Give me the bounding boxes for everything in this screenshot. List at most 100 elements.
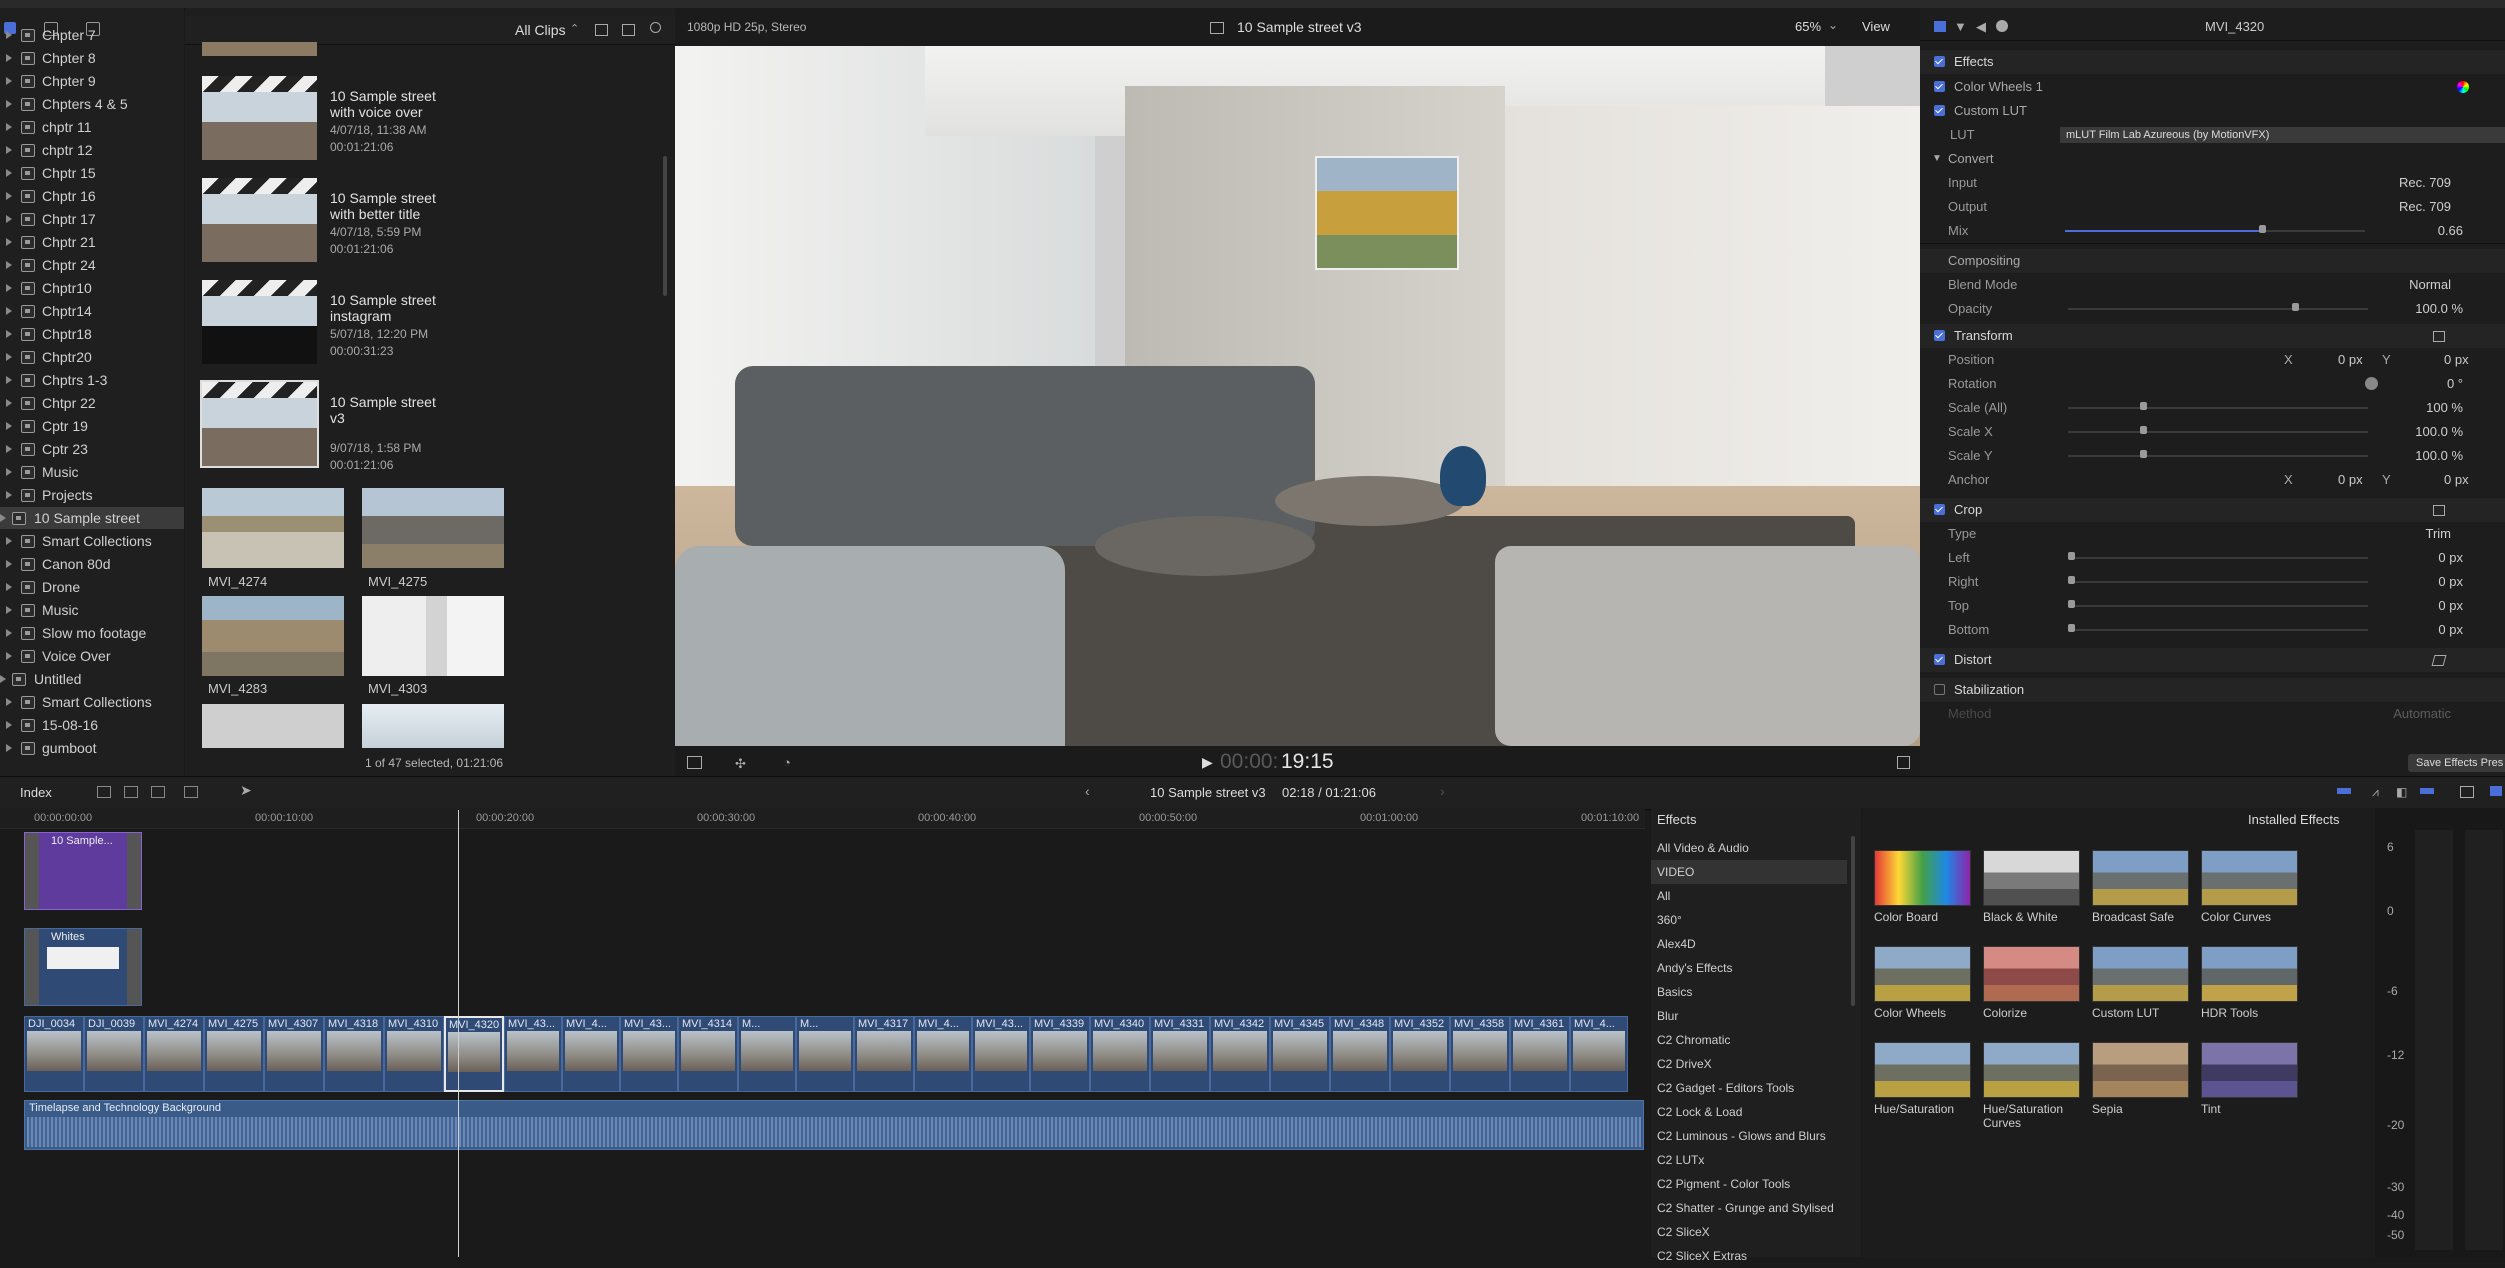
transform-tool-icon[interactable]: [687, 756, 702, 769]
sidebar-item[interactable]: Chpter 8: [0, 47, 184, 69]
sidebar-item[interactable]: Voice Over: [0, 645, 184, 667]
crop-left-knob[interactable]: [2068, 552, 2075, 560]
disclosure-triangle-icon[interactable]: [6, 537, 12, 545]
effects-category[interactable]: All: [1657, 884, 1670, 908]
insert-clip-icon[interactable]: [124, 786, 138, 798]
timeline-clip[interactable]: MVI_4361: [1510, 1016, 1570, 1092]
disclosure-triangle-icon[interactable]: [6, 284, 12, 292]
sidebar-item[interactable]: Smart Collections: [0, 691, 184, 713]
clip-thumb[interactable]: [362, 704, 504, 748]
effects-category[interactable]: Basics: [1657, 980, 1692, 1004]
clip-thumb[interactable]: [202, 704, 344, 748]
select-tool-icon[interactable]: ➤: [240, 782, 252, 799]
sidebar-item[interactable]: Chtpr 22: [0, 392, 184, 414]
sidebar-item[interactable]: Projects: [0, 484, 184, 506]
scale-all-slider[interactable]: [2068, 402, 2368, 410]
project-thumb[interactable]: [200, 380, 319, 468]
project-thumb[interactable]: [202, 178, 317, 262]
timeline-clip[interactable]: MVI_4352: [1390, 1016, 1450, 1092]
disclosure-open-icon[interactable]: ▼: [1932, 147, 1942, 171]
timeline-clip[interactable]: MVI_43...: [504, 1016, 562, 1092]
disclosure-triangle-icon[interactable]: [6, 215, 12, 223]
clip-handle-right[interactable]: [127, 929, 141, 1005]
disclosure-triangle-icon[interactable]: [6, 698, 12, 706]
effects-category[interactable]: VIDEO: [1651, 860, 1847, 884]
crop-top-knob[interactable]: [2068, 600, 2075, 608]
sidebar-item[interactable]: Chptr 24: [0, 254, 184, 276]
crop-top-slider[interactable]: [2068, 600, 2368, 608]
disclosure-triangle-icon[interactable]: [6, 491, 12, 499]
timeline-clip[interactable]: MVI_43...: [620, 1016, 678, 1092]
timeline-clip[interactable]: MVI_4...: [914, 1016, 972, 1092]
effects-category[interactable]: Blur: [1657, 1004, 1678, 1028]
effects-browser-toggle-icon[interactable]: [2490, 786, 2502, 796]
solo-icon[interactable]: ◧: [2396, 785, 2407, 799]
scale-x-knob[interactable]: [2140, 426, 2147, 434]
overwrite-clip-icon[interactable]: [184, 786, 198, 798]
back-arrow-icon[interactable]: ‹: [1085, 783, 1090, 799]
chevron-updown-icon[interactable]: ⌃: [570, 22, 579, 35]
color-wheel-icon[interactable]: [2457, 81, 2469, 93]
clip-appearance-icon[interactable]: [595, 24, 608, 36]
effects-category[interactable]: C2 SliceX Extras: [1657, 1244, 1747, 1268]
effect-thumb[interactable]: [1983, 850, 2080, 906]
timeline-clip[interactable]: MVI_4342: [1210, 1016, 1270, 1092]
audio-inspector-icon[interactable]: ◀: [1976, 19, 1986, 35]
input-dropdown[interactable]: Rec. 709: [2399, 171, 2451, 195]
disclosure-triangle-icon[interactable]: [6, 330, 12, 338]
disclosure-triangle-icon[interactable]: [6, 238, 12, 246]
append-clip-icon[interactable]: [151, 786, 165, 798]
crop-type-dropdown[interactable]: Trim: [2425, 522, 2451, 546]
sidebar-item[interactable]: Chptr 15: [0, 162, 184, 184]
playhead[interactable]: [458, 810, 459, 1257]
effect-thumb[interactable]: [2092, 946, 2189, 1002]
sidebar-item[interactable]: gumboot: [0, 737, 184, 759]
mix-value[interactable]: 0.66: [2438, 219, 2463, 243]
disclosure-triangle-icon[interactable]: [6, 583, 12, 591]
sidebar-item[interactable]: Chptr 21: [0, 231, 184, 253]
crop-right-value[interactable]: 0 px: [2438, 570, 2463, 594]
timeline-clip[interactable]: MVI_4331: [1150, 1016, 1210, 1092]
effect-thumb[interactable]: [1874, 1042, 1971, 1098]
scale-y-value[interactable]: 100.0 %: [2415, 444, 2463, 468]
disclosure-triangle-icon[interactable]: [6, 307, 12, 315]
crop-onscreen-icon[interactable]: [2433, 505, 2445, 516]
effect-tile[interactable]: Color Wheels: [1874, 946, 1971, 1020]
timeline-clip[interactable]: MVI_4275: [204, 1016, 264, 1092]
snapping-icon[interactable]: [2420, 788, 2434, 794]
timecode[interactable]: 19:15: [1281, 750, 1334, 774]
timeline-ruler[interactable]: 00:00:00:00 00:00:10:00 00:00:20:00 00:00:3…: [0, 808, 1645, 829]
distort-checkbox[interactable]: [1934, 654, 1945, 665]
sidebar-item[interactable]: Chptr 17: [0, 208, 184, 230]
effects-checkbox[interactable]: [1934, 56, 1945, 67]
info-inspector-icon[interactable]: [1996, 20, 2008, 32]
crop-bottom-value[interactable]: 0 px: [2438, 618, 2463, 642]
sidebar-item[interactable]: Slow mo footage: [0, 622, 184, 644]
sidebar-item[interactable]: Music: [0, 599, 184, 621]
crop-left-value[interactable]: 0 px: [2438, 546, 2463, 570]
crop-left-slider[interactable]: [2068, 552, 2368, 560]
video-frame[interactable]: [675, 46, 1920, 746]
effect-thumb[interactable]: [2201, 1042, 2298, 1098]
sidebar-item[interactable]: Untitled: [0, 668, 184, 690]
sidebar-item[interactable]: Music: [0, 461, 184, 483]
effects-category[interactable]: C2 Lock & Load: [1657, 1100, 1742, 1124]
sidebar-item[interactable]: Chptr10: [0, 277, 184, 299]
scale-x-slider[interactable]: [2068, 426, 2368, 434]
opacity-slider-knob[interactable]: [2292, 303, 2299, 311]
sidebar-item[interactable]: Chptr14: [0, 300, 184, 322]
timeline-clip[interactable]: MVI_4358: [1450, 1016, 1510, 1092]
index-button[interactable]: Index: [20, 785, 52, 800]
disclosure-triangle-icon[interactable]: [6, 376, 12, 384]
color-wheels-checkbox[interactable]: [1934, 81, 1945, 92]
effects-category[interactable]: Alex4D: [1657, 932, 1696, 956]
disclosure-triangle-icon[interactable]: [6, 652, 12, 660]
whites-clip[interactable]: Whites: [24, 928, 142, 1006]
color-inspector-icon[interactable]: ▼: [1954, 19, 1967, 34]
effect-tile[interactable]: Broadcast Safe: [2092, 850, 2189, 924]
disclosure-triangle-icon[interactable]: [6, 31, 12, 39]
effects-category[interactable]: C2 DriveX: [1657, 1052, 1712, 1076]
effects-category[interactable]: C2 Shatter - Grunge and Stylised: [1657, 1196, 1834, 1220]
effects-category[interactable]: 360°: [1657, 908, 1682, 932]
timeline-clip[interactable]: MVI_4274: [144, 1016, 204, 1092]
